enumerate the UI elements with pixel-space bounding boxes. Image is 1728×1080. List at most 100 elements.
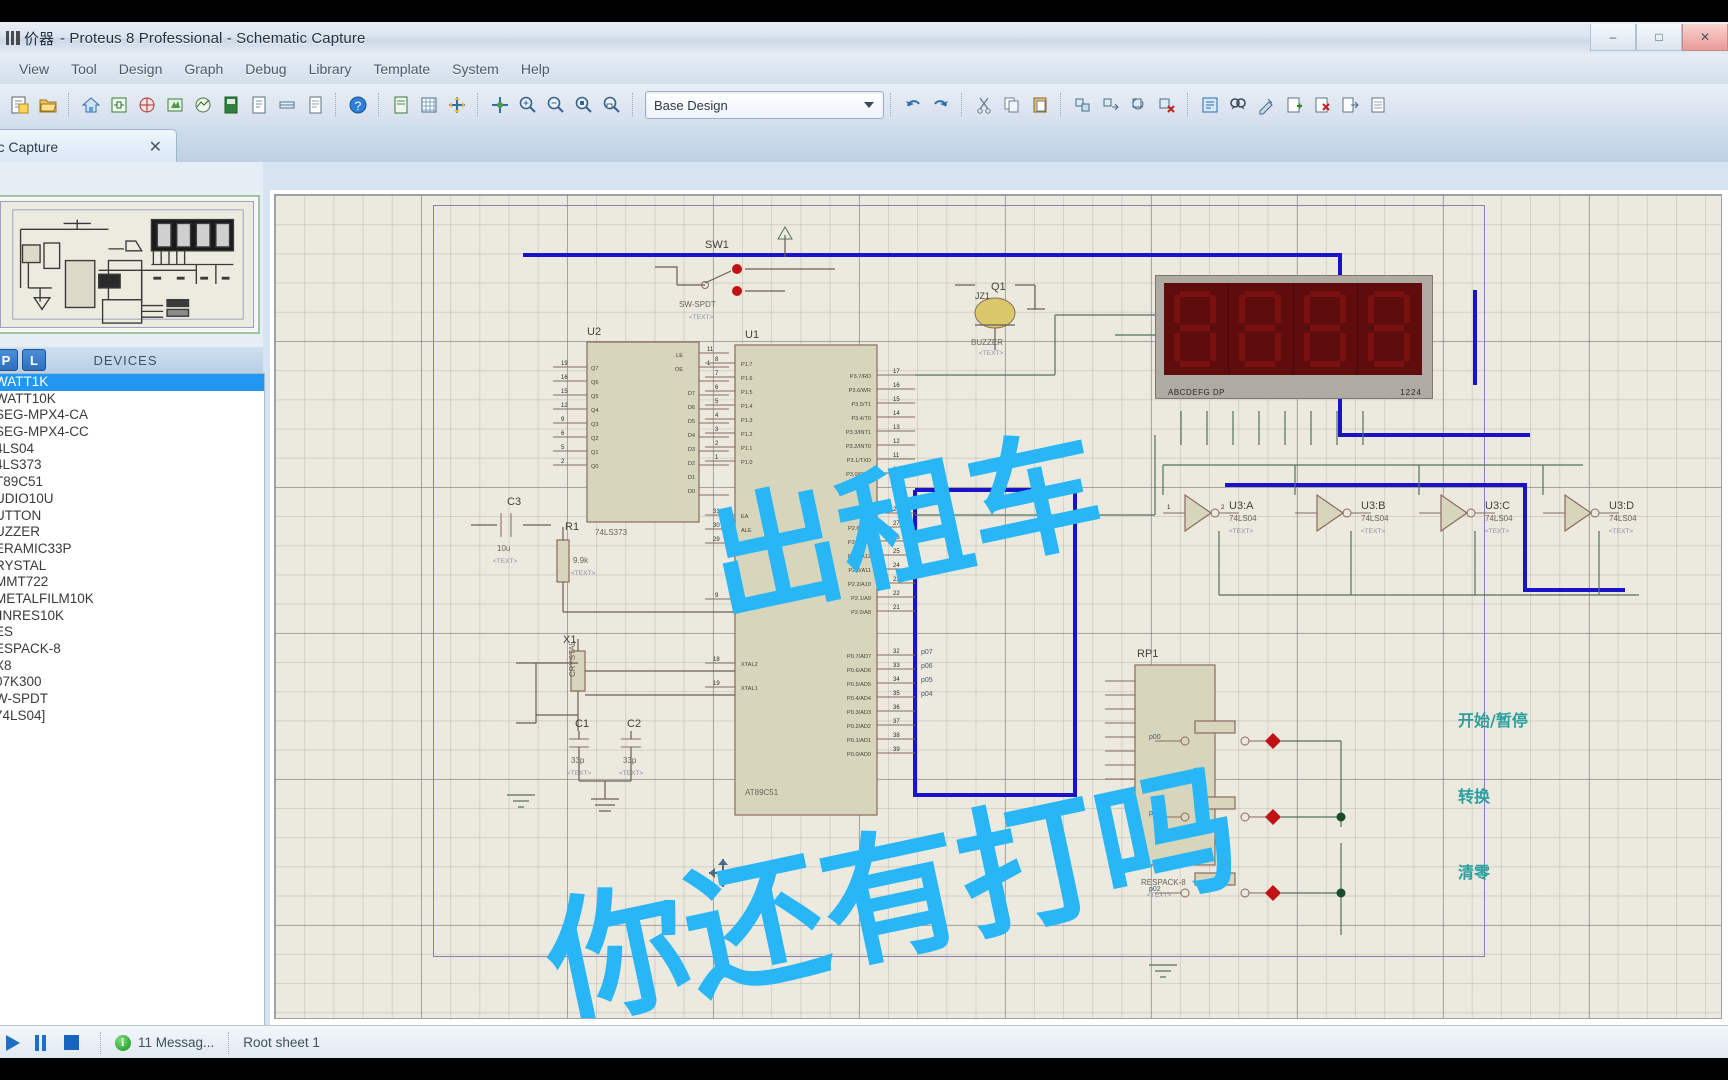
netlist-icon[interactable]	[274, 92, 300, 118]
bom-icon[interactable]	[1365, 92, 1391, 118]
zoom-all-icon[interactable]	[571, 92, 597, 118]
pan-icon[interactable]	[487, 92, 513, 118]
svg-text:24: 24	[893, 563, 900, 569]
badge-l[interactable]: L	[22, 349, 46, 371]
button-label-start-pause: 开始/暂停	[1458, 711, 1528, 730]
svg-text:P1.4: P1.4	[741, 404, 753, 410]
design-explorer-icon[interactable]	[246, 92, 272, 118]
device-list-item[interactable]: WATT10K	[0, 391, 264, 408]
schematic-capture-icon[interactable]	[106, 92, 132, 118]
forward-icon[interactable]	[190, 92, 216, 118]
device-list-item[interactable]: METALFILM10K	[0, 591, 264, 608]
device-list-item[interactable]: W-SPDT	[0, 691, 264, 708]
device-list-item[interactable]: ES	[0, 624, 264, 641]
device-list[interactable]: WATT1KWATT10KSEG-MPX4-CASEG-MPX4-CC4LS04…	[0, 373, 265, 1058]
svg-text:P0.7/AD7: P0.7/AD7	[847, 654, 871, 660]
help-icon[interactable]: ?	[345, 92, 371, 118]
device-list-item[interactable]: ERAMIC33P	[0, 541, 264, 558]
block-copy-icon[interactable]	[1070, 92, 1096, 118]
device-list-item[interactable]: X8	[0, 658, 264, 675]
paste-icon[interactable]	[1027, 92, 1053, 118]
schematic-sheet[interactable]: U2 19 16 15 12 96 52 11 1 Q7 Q6 Q5 Q4 Q3 Q2	[274, 194, 1722, 1019]
messages-area[interactable]: 11 Messag...	[101, 1026, 228, 1058]
toolbar-separator	[890, 93, 893, 117]
device-list-item[interactable]: 4LS373	[0, 457, 264, 474]
menu-system[interactable]: System	[441, 58, 510, 80]
close-button[interactable]: ✕	[1682, 24, 1728, 51]
svg-text:1: 1	[715, 455, 719, 461]
device-list-item[interactable]: IINRES10K	[0, 608, 264, 625]
home-icon[interactable]	[78, 92, 104, 118]
redo-icon[interactable]	[928, 92, 954, 118]
design-selector[interactable]: Base Design	[645, 91, 884, 119]
svg-text:17: 17	[893, 369, 900, 375]
new-sheet-icon[interactable]	[1281, 92, 1307, 118]
device-list-item[interactable]: ESPACK-8	[0, 641, 264, 658]
menu-bar: View Tool Design Graph Debug Library Template S…	[0, 54, 1728, 84]
block-delete-icon[interactable]	[1154, 92, 1180, 118]
device-list-item[interactable]: 74LS04]	[0, 708, 264, 725]
pause-icon[interactable]	[26, 1030, 56, 1056]
undo-icon[interactable]	[900, 92, 926, 118]
origin-icon[interactable]	[444, 92, 470, 118]
pick-device-icon[interactable]	[1197, 92, 1223, 118]
copy-icon[interactable]	[999, 92, 1025, 118]
pcb-layout-icon[interactable]	[134, 92, 160, 118]
maximize-button[interactable]: □	[1636, 24, 1682, 51]
stop-icon[interactable]	[56, 1030, 86, 1056]
svg-text:74LS373: 74LS373	[595, 528, 628, 537]
device-list-item[interactable]: T89C51	[0, 474, 264, 491]
svg-text:33p: 33p	[571, 756, 585, 765]
device-list-item[interactable]: UTTON	[0, 508, 264, 525]
bill-of-materials-icon[interactable]	[218, 92, 244, 118]
remove-sheet-icon[interactable]	[1309, 92, 1335, 118]
svg-text:39: 39	[893, 747, 900, 753]
new-project-icon[interactable]	[7, 92, 33, 118]
cut-icon[interactable]	[971, 92, 997, 118]
menu-graph[interactable]: Graph	[173, 58, 234, 80]
back-icon[interactable]	[162, 92, 188, 118]
device-list-item[interactable]: SEG-MPX4-CA	[0, 407, 264, 424]
exit-sheet-icon[interactable]	[1337, 92, 1363, 118]
device-list-item[interactable]: WATT1K	[0, 374, 264, 391]
play-icon[interactable]	[0, 1030, 26, 1056]
menu-debug[interactable]: Debug	[234, 58, 297, 80]
block-rotate-icon[interactable]	[1126, 92, 1152, 118]
device-list-item[interactable]: MMT722	[0, 574, 264, 591]
tab-schematic-capture[interactable]: matic Capture ✕	[0, 129, 177, 163]
menu-tool[interactable]: Tool	[60, 58, 108, 80]
schematic-canvas[interactable]: U2 19 16 15 12 96 52 11 1 Q7 Q6 Q5 Q4 Q3 Q2	[270, 190, 1728, 1025]
menu-view[interactable]: View	[8, 58, 60, 80]
device-list-item[interactable]: UZZER	[0, 524, 264, 541]
chevron-down-icon[interactable]	[864, 102, 874, 108]
zoom-area-icon[interactable]	[599, 92, 625, 118]
top-letterbox	[0, 0, 1728, 22]
grid-icon[interactable]	[416, 92, 442, 118]
overview-panel[interactable]	[0, 195, 260, 334]
device-list-item[interactable]: UDIO10U	[0, 491, 264, 508]
block-move-icon[interactable]	[1098, 92, 1124, 118]
device-list-item[interactable]: SEG-MPX4-CC	[0, 424, 264, 441]
seven-segment-display[interactable]: ABCDEFG DP 1224	[1155, 275, 1433, 399]
sheet-icon[interactable]	[388, 92, 414, 118]
device-list-item[interactable]: 4LS04	[0, 441, 264, 458]
svg-text:26: 26	[893, 535, 900, 541]
badge-p[interactable]: P	[0, 349, 18, 371]
device-list-item[interactable]: RYSTAL	[0, 558, 264, 575]
menu-library[interactable]: Library	[298, 58, 363, 80]
zoom-in-icon[interactable]	[515, 92, 541, 118]
property-assign-icon[interactable]	[1253, 92, 1279, 118]
menu-help[interactable]: Help	[510, 58, 561, 80]
menu-template[interactable]: Template	[362, 58, 441, 80]
report-icon[interactable]	[302, 92, 328, 118]
minimize-button[interactable]: –	[1590, 24, 1636, 51]
zoom-out-icon[interactable]	[543, 92, 569, 118]
svg-text:8: 8	[715, 357, 719, 363]
svg-text:6: 6	[561, 431, 565, 437]
close-icon[interactable]: ✕	[145, 137, 166, 157]
search-icon[interactable]	[1225, 92, 1251, 118]
svg-text:6: 6	[715, 385, 719, 391]
menu-design[interactable]: Design	[108, 58, 174, 80]
device-list-item[interactable]: 07K300	[0, 674, 264, 691]
open-project-icon[interactable]	[35, 92, 61, 118]
